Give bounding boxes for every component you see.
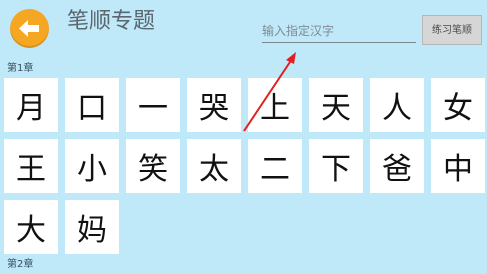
character-card[interactable]: 月 [4, 78, 58, 132]
character-card[interactable]: 大 [4, 200, 58, 254]
search-input[interactable] [262, 20, 416, 43]
page-title: 笔顺专题 [67, 9, 156, 34]
chapter-2-label: 第2章 [7, 259, 34, 270]
left-arrow-icon [19, 20, 39, 37]
character-card[interactable]: 爸 [370, 139, 424, 193]
character-card[interactable]: 妈 [65, 200, 119, 254]
character-card[interactable]: 小 [65, 139, 119, 193]
character-card[interactable]: 人 [370, 78, 424, 132]
character-card[interactable]: 上 [248, 78, 302, 132]
character-card[interactable]: 下 [309, 139, 363, 193]
practice-stroke-button[interactable]: 练习笔顺 [422, 15, 482, 45]
character-card[interactable]: 王 [4, 139, 58, 193]
character-card[interactable]: 笑 [126, 139, 180, 193]
character-card[interactable]: 口 [65, 78, 119, 132]
character-card[interactable]: 中 [431, 139, 485, 193]
character-card[interactable]: 天 [309, 78, 363, 132]
character-card[interactable]: 太 [187, 139, 241, 193]
character-card[interactable]: 二 [248, 139, 302, 193]
character-card[interactable]: 一 [126, 78, 180, 132]
chapter-1-label: 第1章 [7, 63, 34, 74]
back-button[interactable] [10, 9, 49, 48]
character-card[interactable]: 女 [431, 78, 485, 132]
character-card[interactable]: 哭 [187, 78, 241, 132]
